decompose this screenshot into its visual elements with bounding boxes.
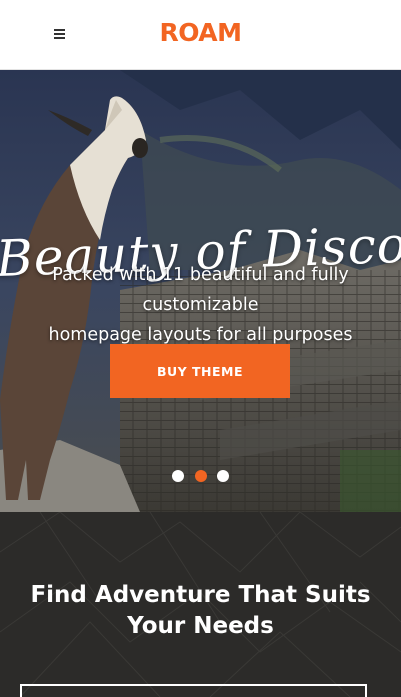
- hero-subtitle-line: Packed with 11 beautiful and fully custo…: [52, 265, 349, 315]
- site-logo[interactable]: ROAM: [0, 18, 401, 47]
- slider-dot-1[interactable]: [172, 470, 184, 482]
- search-form-box[interactable]: [20, 684, 367, 697]
- section-title: Find Adventure That Suits Your Needs: [0, 580, 401, 642]
- slider-dot-2[interactable]: [195, 470, 207, 482]
- hero-slider: Beauty of Discovery Packed with 11 beaut…: [0, 70, 401, 512]
- buy-theme-button[interactable]: BUY THEME: [110, 344, 290, 398]
- adventure-section: Find Adventure That Suits Your Needs: [0, 512, 401, 697]
- hero-subtitle: Packed with 11 beautiful and fully custo…: [0, 260, 401, 350]
- slider-dot-3[interactable]: [217, 470, 229, 482]
- section-title-line: Your Needs: [127, 613, 274, 639]
- site-header: ROAM: [0, 0, 401, 70]
- slider-dots: [172, 470, 232, 482]
- section-title-line: Find Adventure That Suits: [30, 582, 371, 608]
